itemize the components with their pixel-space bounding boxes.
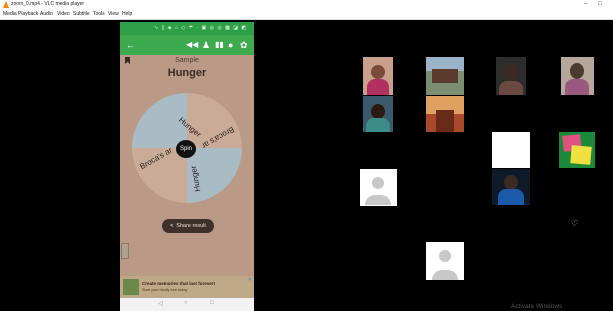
participant-face	[503, 63, 519, 81]
android-nav-bar: ◁ ○ □	[120, 298, 254, 311]
participant-avatar-placeholder[interactable]	[426, 242, 464, 280]
avatar-body-icon	[432, 270, 458, 280]
participant-face	[371, 65, 385, 79]
ad-subtext: Start your family tree today	[142, 288, 188, 292]
rewind-icon[interactable]: ◀◀	[186, 39, 198, 51]
menu-video[interactable]: Video	[57, 9, 70, 19]
nav-back-icon[interactable]: ◁	[158, 300, 163, 307]
activate-windows-watermark: Activate Windows	[511, 303, 563, 310]
avatar-head-icon	[439, 250, 451, 262]
ad-banner[interactable]: Create memories that last forever! Start…	[120, 276, 254, 298]
minimize-button[interactable]: –	[584, 0, 587, 9]
share-label: Share result	[176, 223, 206, 229]
palette-icon[interactable]: ●	[228, 39, 233, 51]
nav-recents-icon[interactable]: □	[210, 300, 214, 306]
person-icon[interactable]: ♟	[202, 39, 210, 51]
participant-face	[371, 104, 385, 119]
sticky-note	[570, 145, 592, 165]
participant-avatar-placeholder[interactable]	[360, 169, 397, 206]
menu-help[interactable]: Help	[122, 9, 132, 19]
share-icon: <	[170, 223, 174, 229]
participant-tile[interactable]	[363, 57, 393, 95]
share-result-button[interactable]: < Share result	[162, 219, 214, 233]
menu-media[interactable]: Media	[3, 9, 17, 19]
participant-tile[interactable]	[426, 96, 464, 132]
scene-house	[432, 69, 458, 83]
menu-tools[interactable]: Tools	[93, 9, 105, 19]
participant-tile[interactable]	[561, 57, 594, 95]
avatar-body-icon	[365, 195, 391, 205]
title-bar: zoom_0.mp4 - VLC media player – □	[0, 0, 613, 9]
vlc-cone-icon	[3, 1, 9, 8]
participant-tile[interactable]	[426, 57, 464, 95]
participant-body	[498, 189, 524, 205]
chart-icon[interactable]: ▮▮	[215, 39, 224, 51]
maximize-button[interactable]: □	[598, 0, 602, 9]
reaction-heart-icon: ♡	[571, 219, 579, 228]
participant-body	[366, 118, 390, 132]
scene-rock	[436, 110, 454, 132]
ad-image	[123, 279, 139, 295]
menu-subtitle[interactable]: Subtitle	[73, 9, 90, 19]
participant-face	[570, 63, 584, 79]
participant-tile[interactable]	[363, 96, 393, 132]
window-title: zoom_0.mp4 - VLC media player	[11, 1, 85, 7]
participant-tile[interactable]	[492, 169, 530, 205]
side-tab-handle[interactable]	[121, 243, 129, 259]
ad-headline: Create memories that last forever!	[142, 281, 216, 286]
participant-tile[interactable]	[496, 57, 526, 95]
avatar-head-icon	[372, 177, 384, 189]
settings-gear-icon[interactable]: ✿	[240, 39, 248, 51]
back-arrow-icon[interactable]: ←	[126, 39, 135, 51]
participant-face	[504, 175, 518, 190]
menu-view[interactable]: View	[108, 9, 119, 19]
spin-button[interactable]: Spin	[176, 140, 196, 158]
shared-phone-screen: ∿ ▯ ◈ ⌂ ◇ ☂ · ▣ ◎ ◎ ▩ ◪ ◩ ⊙ ← ◀◀ ♟ ▮▮ ● …	[120, 22, 254, 311]
participant-body	[367, 79, 389, 95]
app-toolbar: ← ◀◀ ♟ ▮▮ ● ✿	[120, 35, 254, 55]
menu-bar: Media Playback Audio Video Subtitle Tool…	[0, 9, 613, 20]
participant-body	[565, 79, 589, 95]
participant-tile[interactable]	[559, 132, 595, 168]
menu-playback[interactable]: Playback	[18, 9, 38, 19]
participant-body	[499, 81, 523, 95]
result-title: Hunger	[167, 67, 207, 79]
nav-home-icon[interactable]: ○	[184, 300, 188, 306]
phone-status-bar: ∿ ▯ ◈ ⌂ ◇ ☂ · ▣ ◎ ◎ ▩ ◪ ◩ ⊙	[120, 22, 254, 44]
wheel-name: Sample	[175, 57, 199, 64]
ad-close-icon[interactable]: ✕	[248, 277, 252, 283]
participant-tile-blank[interactable]	[492, 132, 530, 168]
menu-audio[interactable]: Audio	[40, 9, 53, 19]
